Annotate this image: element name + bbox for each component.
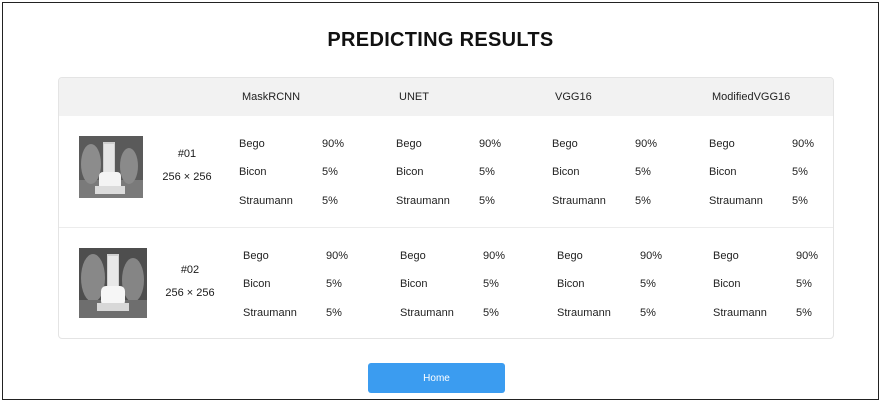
brand-value: 90% (322, 138, 345, 150)
image-info: #01 256 × 256 (152, 143, 222, 189)
brand-value: 5% (483, 307, 499, 319)
results-table: MaskRCNN UNET VGG16 ModifiedVGG16 #01 25… (58, 77, 834, 339)
image-size: 256 × 256 (165, 287, 215, 299)
brand-value: 90% (796, 250, 819, 262)
brand-label: Straumann (709, 195, 763, 207)
image-id: #02 (180, 264, 200, 276)
brand-value: 5% (640, 307, 656, 319)
brand-label: Straumann (400, 307, 454, 319)
table-row: #02 256 × 256 Bego 90% Bicon 5% Strauman… (59, 228, 833, 338)
brand-value: 5% (479, 166, 495, 178)
brand-label: Bicon (400, 278, 428, 290)
brand-value: 90% (483, 250, 506, 262)
brand-label: Bego (709, 138, 735, 150)
image-size: 256 × 256 (162, 171, 212, 183)
brand-label: Bicon (239, 166, 267, 178)
brand-label: Bego (552, 138, 578, 150)
brand-value: 5% (479, 195, 495, 207)
table-row: #01 256 × 256 Bego 90% Bicon 5% Strauman… (59, 116, 833, 228)
brand-label: Bicon (396, 166, 424, 178)
results-frame: PREDICTING RESULTS MaskRCNN UNET VGG16 M… (2, 2, 879, 400)
brand-label: Bicon (552, 166, 580, 178)
brand-value: 5% (326, 307, 342, 319)
brand-label: Straumann (396, 195, 450, 207)
column-header-maskrcnn: MaskRCNN (242, 91, 301, 103)
brand-label: Bicon (709, 166, 737, 178)
page-title: PREDICTING RESULTS (327, 29, 554, 51)
brand-label: Bicon (243, 278, 271, 290)
column-header-vgg16: VGG16 (555, 91, 592, 103)
brand-value: 90% (635, 138, 658, 150)
image-info: #02 256 × 256 (155, 259, 225, 305)
column-header-modifiedvgg16: ModifiedVGG16 (712, 91, 791, 103)
brand-label: Straumann (552, 195, 606, 207)
table-header: MaskRCNN UNET VGG16 ModifiedVGG16 (59, 78, 833, 116)
brand-label: Bego (243, 250, 269, 262)
xray-thumbnail-icon (79, 136, 143, 198)
brand-value: 5% (640, 278, 656, 290)
brand-value: 5% (792, 195, 808, 207)
column-header-unet: UNET (399, 91, 429, 103)
brand-value: 5% (635, 166, 651, 178)
brand-label: Straumann (239, 195, 293, 207)
brand-label: Bicon (557, 278, 585, 290)
brand-value: 5% (796, 307, 812, 319)
brand-value: 90% (792, 138, 815, 150)
xray-thumbnail-icon (79, 248, 147, 318)
brand-label: Bicon (713, 278, 741, 290)
image-id: #01 (177, 148, 197, 160)
brand-label: Bego (396, 138, 422, 150)
brand-label: Bego (713, 250, 739, 262)
brand-value: 90% (640, 250, 663, 262)
brand-label: Bego (400, 250, 426, 262)
brand-value: 5% (483, 278, 499, 290)
home-button[interactable]: Home (368, 363, 505, 393)
brand-value: 90% (326, 250, 349, 262)
brand-label: Bego (557, 250, 583, 262)
brand-value: 5% (326, 278, 342, 290)
brand-label: Straumann (713, 307, 767, 319)
brand-label: Straumann (557, 307, 611, 319)
brand-value: 5% (796, 278, 812, 290)
brand-value: 90% (479, 138, 502, 150)
brand-value: 5% (792, 166, 808, 178)
brand-label: Bego (239, 138, 265, 150)
brand-value: 5% (635, 195, 651, 207)
brand-label: Straumann (243, 307, 297, 319)
brand-value: 5% (322, 195, 338, 207)
brand-value: 5% (322, 166, 338, 178)
